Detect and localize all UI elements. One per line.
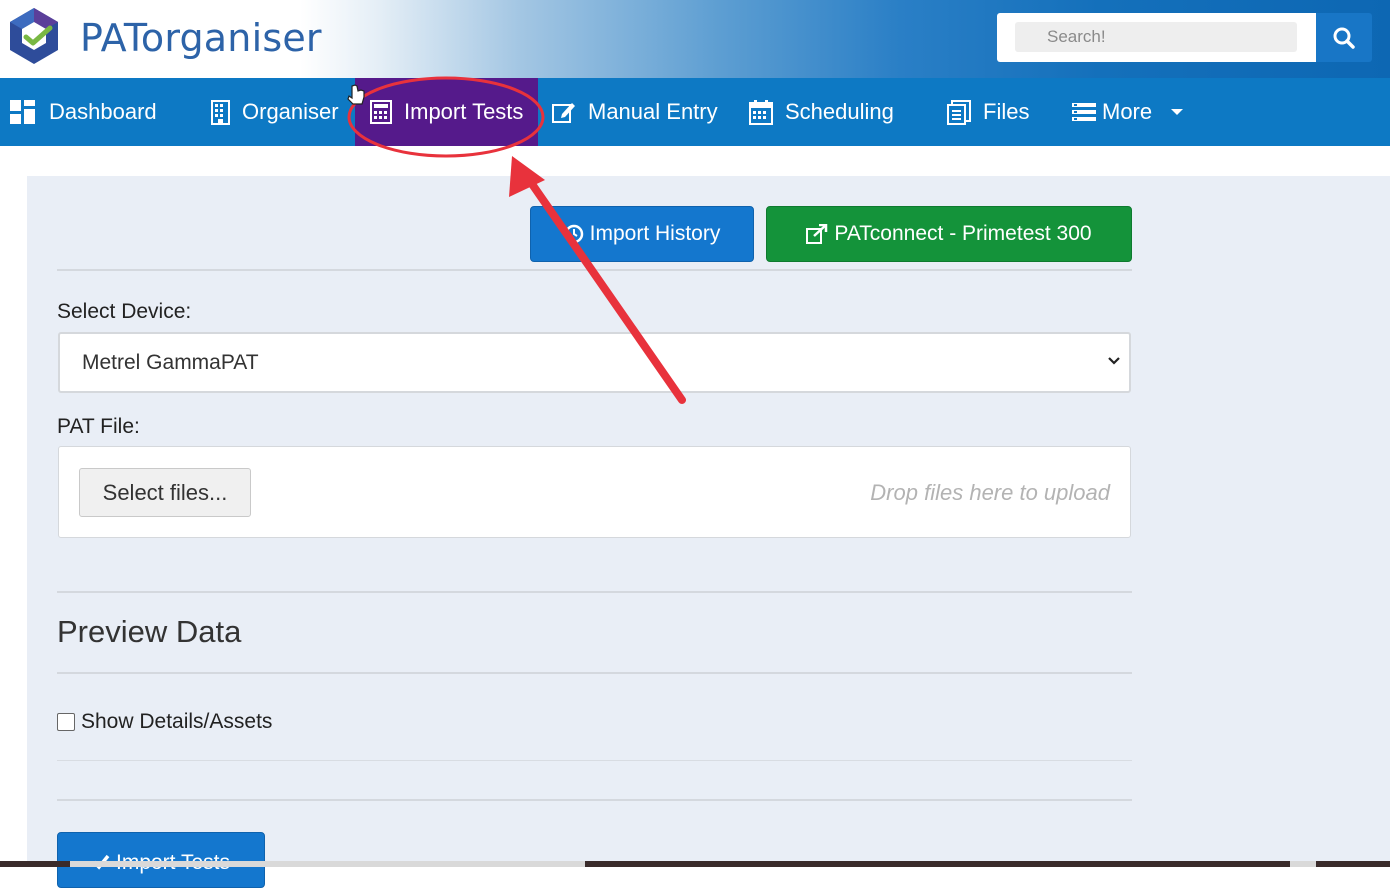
- search-box: [997, 13, 1316, 62]
- nav-scheduling[interactable]: Scheduling: [749, 78, 894, 146]
- file-upload-dropzone[interactable]: Select files... Drop files here to uploa…: [58, 446, 1131, 538]
- nav-label: Import Tests: [404, 99, 524, 124]
- divider: [57, 591, 1132, 593]
- nav-more[interactable]: More: [1072, 78, 1184, 146]
- files-icon: [947, 99, 971, 125]
- import-tests-button[interactable]: Import Tests: [57, 832, 265, 888]
- divider: [57, 799, 1132, 801]
- nav-manual-entry[interactable]: Manual Entry: [552, 78, 718, 146]
- brand-name[interactable]: PATorganiser: [80, 16, 322, 60]
- taskbar-segment: [70, 861, 585, 867]
- show-details-checkbox-row[interactable]: Show Details/Assets: [57, 710, 272, 734]
- nav-label: More: [1102, 99, 1153, 124]
- nav-dashboard[interactable]: Dashboard: [10, 78, 157, 146]
- menu-icon: [1072, 103, 1096, 121]
- patconnect-label: PATconnect - Primetest 300: [834, 222, 1092, 245]
- external-link-icon: [806, 224, 828, 244]
- search-input[interactable]: [1015, 22, 1297, 52]
- device-select[interactable]: Metrel GammaPAT: [58, 332, 1131, 393]
- search-button[interactable]: [1316, 13, 1372, 62]
- edit-icon: [552, 103, 575, 123]
- device-select-value: Metrel GammaPAT: [82, 350, 259, 374]
- taskbar-strip: [0, 861, 1390, 867]
- logo-icon: [10, 8, 58, 64]
- main-nav: Dashboard Organiser Import Tests Manual …: [0, 78, 1390, 146]
- show-details-checkbox[interactable]: [57, 713, 75, 731]
- drop-hint: Drop files here to upload: [870, 480, 1110, 505]
- divider: [57, 672, 1132, 674]
- nav-label: Scheduling: [785, 99, 894, 124]
- taskbar-segment: [1290, 861, 1316, 867]
- nav-label: Manual Entry: [588, 99, 718, 124]
- preview-data-heading: Preview Data: [57, 614, 242, 649]
- chevron-down-icon: [1108, 357, 1120, 365]
- nav-organiser[interactable]: Organiser: [211, 78, 339, 146]
- search-icon: [1333, 27, 1355, 49]
- select-device-label: Select Device:: [57, 300, 192, 323]
- nav-import-tests[interactable]: Import Tests: [355, 78, 538, 146]
- nav-files[interactable]: Files: [947, 78, 1029, 146]
- nav-label: Organiser: [242, 99, 339, 124]
- divider: [57, 760, 1132, 761]
- top-header: PATorganiser: [0, 0, 1390, 78]
- divider: [57, 269, 1132, 271]
- import-history-button[interactable]: Import History: [530, 206, 754, 262]
- calculator-icon: [370, 100, 392, 124]
- nav-label: Files: [983, 99, 1030, 124]
- import-history-label: Import History: [589, 222, 721, 245]
- building-icon: [211, 99, 230, 125]
- calendar-icon: [749, 99, 773, 125]
- show-details-label: Show Details/Assets: [81, 710, 273, 733]
- dashboard-icon: [10, 100, 35, 124]
- pat-file-label: PAT File:: [57, 415, 140, 438]
- select-files-button[interactable]: Select files...: [79, 468, 251, 517]
- history-icon: [564, 224, 583, 244]
- caret-down-icon: [1171, 109, 1184, 115]
- nav-label: Dashboard: [49, 99, 157, 124]
- patconnect-button[interactable]: PATconnect - Primetest 300: [766, 206, 1132, 262]
